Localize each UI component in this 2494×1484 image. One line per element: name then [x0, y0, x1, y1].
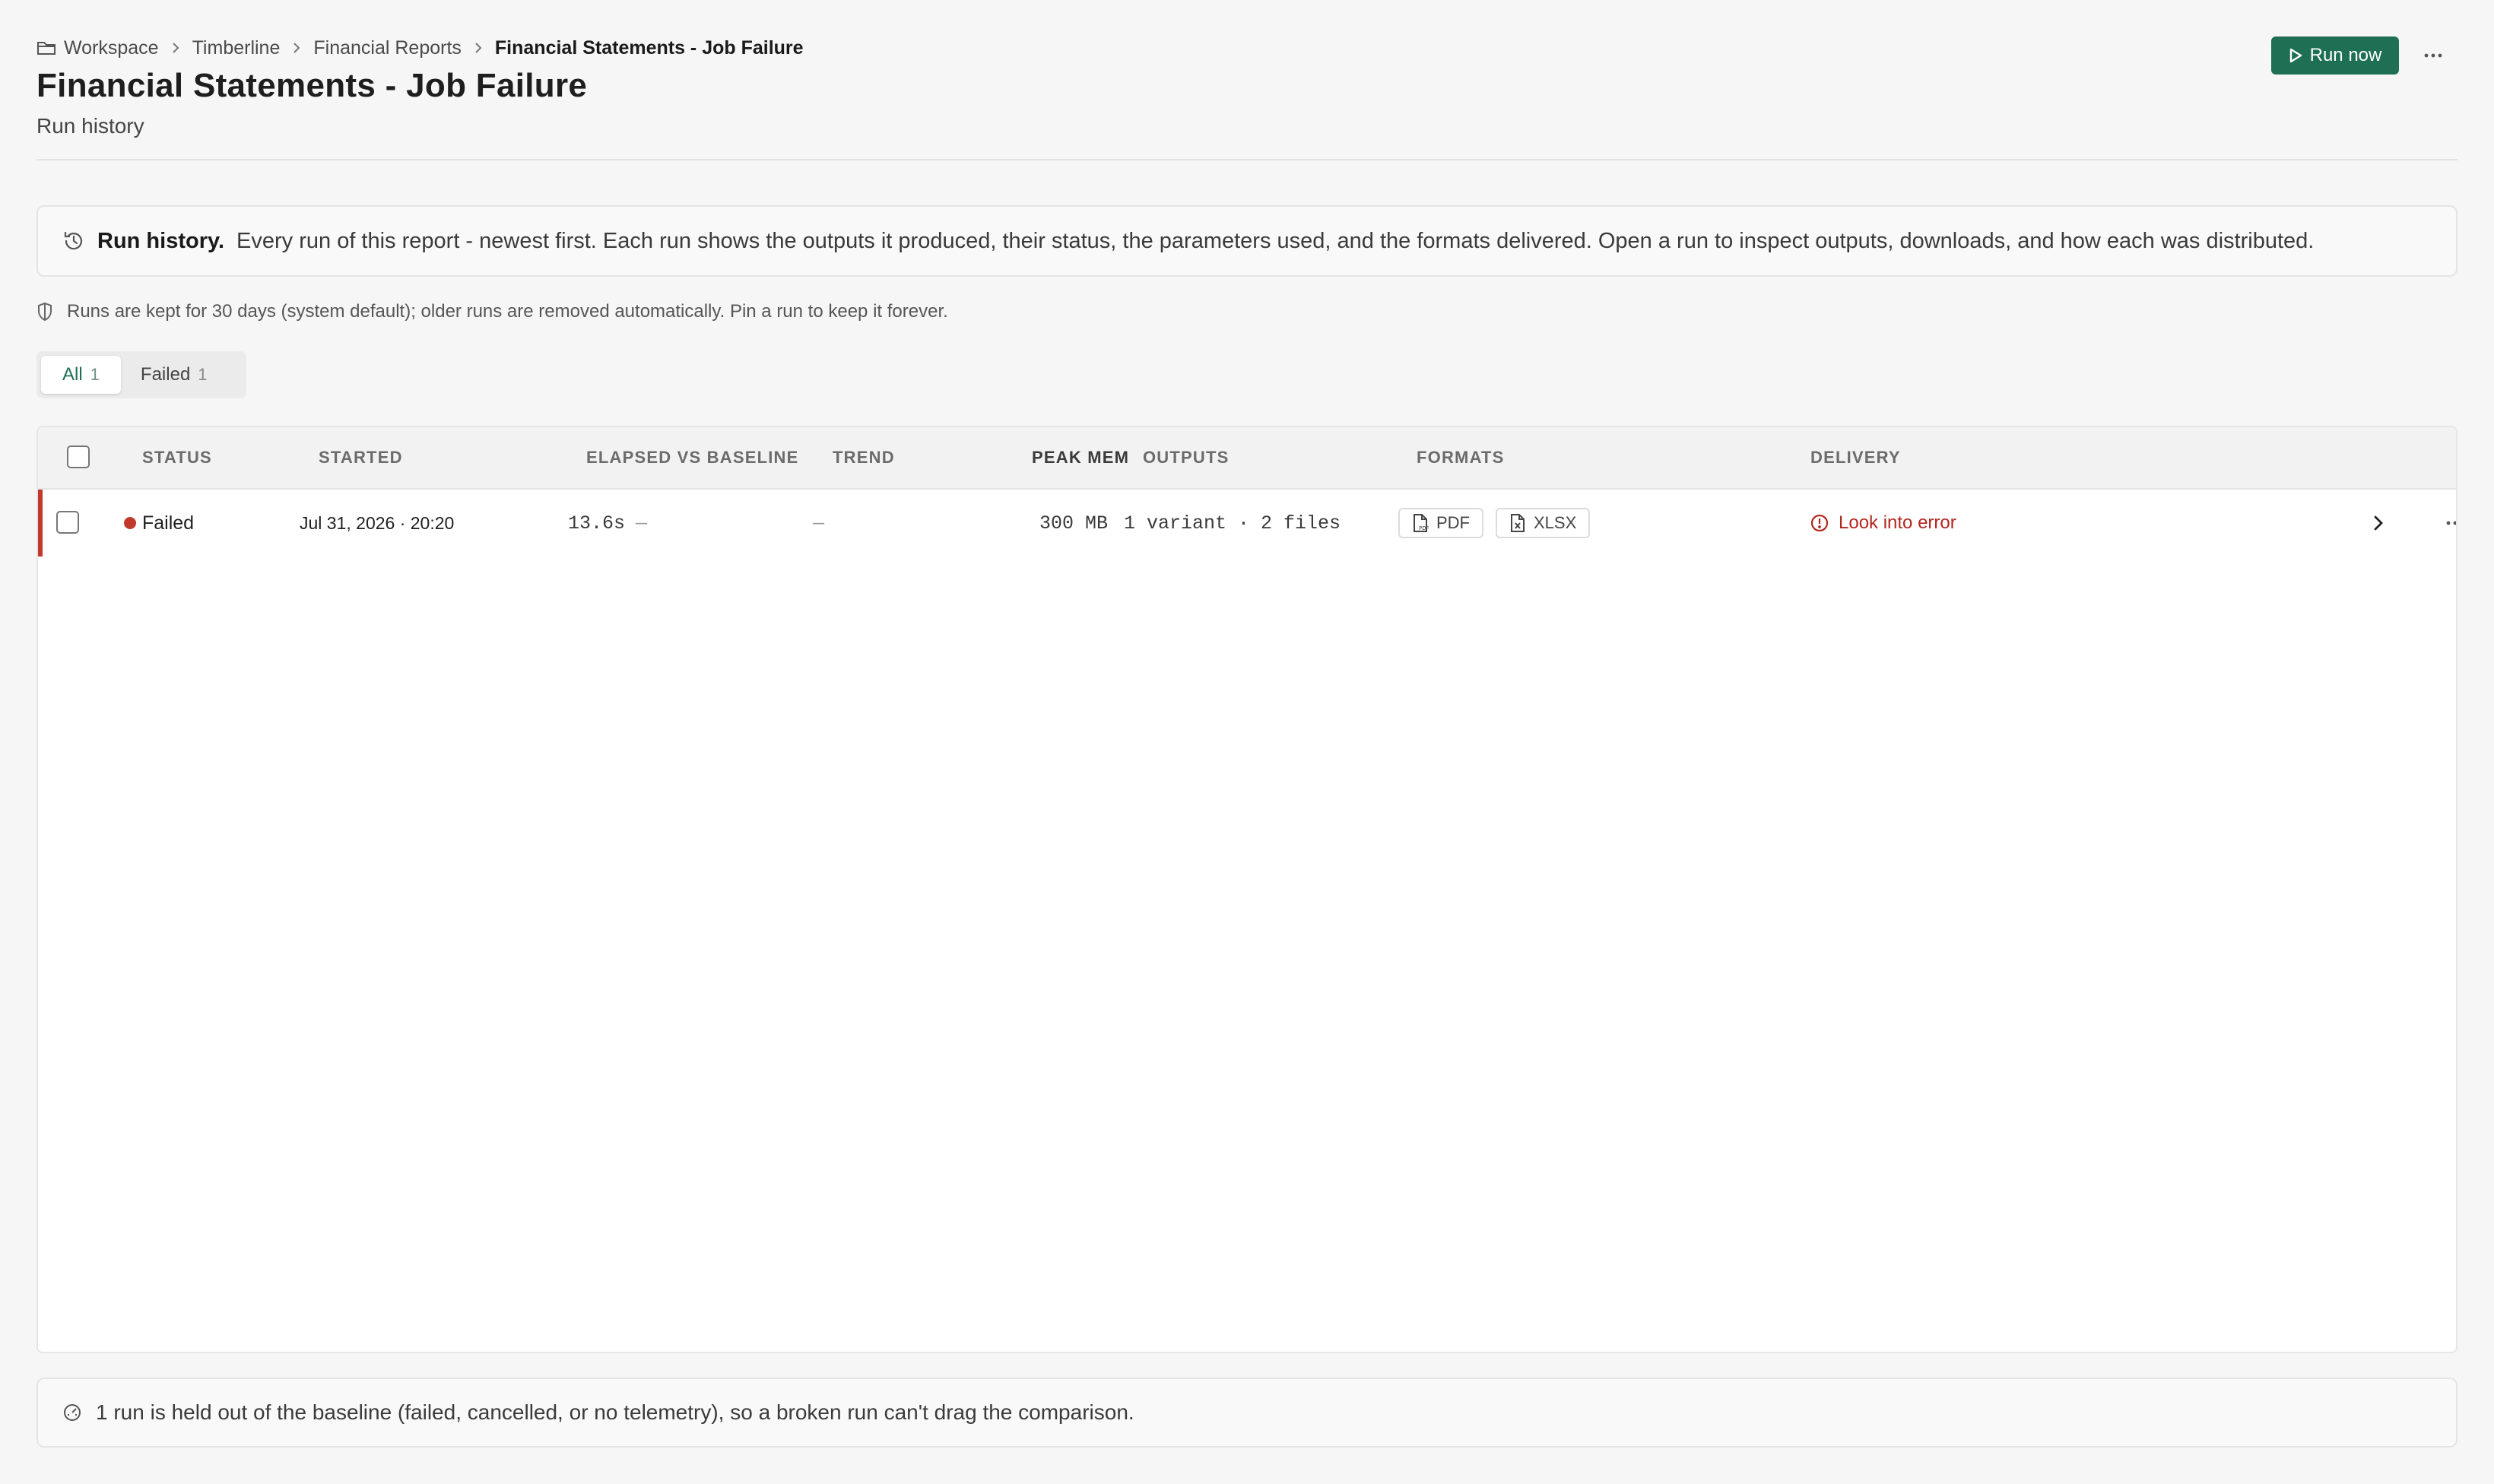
column-header-status[interactable]: STATUS — [142, 448, 212, 468]
breadcrumb-label: Financial Reports — [313, 36, 462, 59]
gauge-icon — [62, 1403, 82, 1422]
row-started: Jul 31, 2026 · 20:20 — [300, 512, 455, 533]
column-header-formats[interactable]: FORMATS — [1417, 448, 1505, 468]
filter-tab-label: All — [62, 364, 83, 385]
chevron-right-icon — [474, 41, 483, 55]
look-into-error-link[interactable]: Look into error — [1810, 512, 1956, 534]
format-chip-label: XLSX — [1534, 513, 1577, 532]
filter-tab-failed[interactable]: Failed 1 — [121, 356, 227, 394]
run-now-label: Run now — [2309, 45, 2382, 65]
breadcrumb-label: Timberline — [192, 36, 281, 59]
row-baseline-value: — — [636, 512, 648, 534]
more-horizontal-icon — [2423, 52, 2443, 59]
filter-tabs: All 1 Failed 1 — [36, 351, 246, 398]
column-header-trend[interactable]: TREND — [833, 448, 895, 468]
page-title: Financial Statements - Job Failure — [36, 67, 588, 104]
table-header: STATUS STARTED ELAPSED VS BASELINE TREND… — [38, 427, 2456, 490]
delivery-label: Look into error — [1839, 512, 1956, 533]
info-banner: Run history. Every run of this report - … — [36, 205, 2458, 277]
row-elapsed-value: 13.6s — [568, 512, 626, 534]
select-all-checkbox[interactable] — [67, 446, 90, 468]
row-formats: PDF PDF XLSX — [1398, 490, 1602, 556]
info-banner-text: Every run of this report - newest first.… — [236, 228, 2315, 253]
shield-icon — [36, 302, 53, 322]
breadcrumb-item-current: Financial Statements - Job Failure — [495, 37, 804, 59]
format-chip-label: PDF — [1436, 513, 1470, 532]
retention-note-text: Runs are kept for 30 days (system defaul… — [67, 301, 948, 322]
more-horizontal-icon — [2445, 520, 2456, 526]
filter-tab-label: Failed — [140, 364, 191, 385]
chevron-right-icon — [2372, 513, 2385, 533]
chevron-right-icon — [171, 41, 180, 55]
info-banner-title: Run history. — [97, 228, 225, 253]
alert-circle-icon — [1810, 513, 1829, 533]
history-icon — [62, 230, 85, 252]
more-actions-button[interactable] — [2418, 36, 2448, 75]
play-icon — [2289, 48, 2302, 63]
row-delivery: Look into error — [1810, 490, 1956, 556]
row-status: Failed — [124, 490, 194, 556]
row-status-label: Failed — [142, 512, 195, 534]
failed-row-indicator — [38, 490, 43, 556]
pdf-file-icon: PDF — [1412, 513, 1429, 533]
breadcrumb-item-timberline[interactable]: Timberline — [192, 37, 281, 59]
format-chip-pdf[interactable]: PDF PDF — [1398, 508, 1483, 538]
filter-tab-count: 1 — [198, 365, 208, 384]
run-now-button[interactable]: Run now — [2271, 36, 2399, 75]
open-run-button[interactable] — [2372, 490, 2385, 556]
column-header-elapsed[interactable]: ELAPSED VS BASELINE — [586, 448, 799, 468]
status-dot-icon — [124, 517, 136, 529]
filter-tab-count: 1 — [90, 365, 100, 384]
retention-note: Runs are kept for 30 days (system defaul… — [36, 298, 948, 325]
runs-table: STATUS STARTED ELAPSED VS BASELINE TREND… — [36, 426, 2458, 1353]
filter-tab-all[interactable]: All 1 — [41, 356, 121, 394]
row-outputs: 1 variant · 2 files — [1124, 512, 1341, 534]
format-chip-xlsx[interactable]: XLSX — [1496, 508, 1591, 538]
row-more-button[interactable] — [2445, 490, 2456, 556]
row-checkbox[interactable] — [56, 511, 79, 534]
column-header-delivery[interactable]: DELIVERY — [1810, 448, 1901, 468]
table-row[interactable]: Failed Jul 31, 2026 · 20:20 13.6s — — 30… — [38, 490, 2456, 556]
column-header-outputs[interactable]: OUTPUTS — [1143, 448, 1230, 468]
baseline-note: 1 run is held out of the baseline (faile… — [36, 1378, 2458, 1448]
row-elapsed: 13.6s — — [568, 490, 647, 556]
xlsx-file-icon — [1509, 513, 1526, 533]
baseline-note-text: 1 run is held out of the baseline (faile… — [96, 1400, 1134, 1424]
breadcrumb-item-workspace[interactable]: Workspace — [36, 37, 159, 59]
row-trend: — — [813, 512, 825, 534]
column-header-peak-mem[interactable]: PEAK MEM — [1032, 448, 1129, 468]
header-divider — [36, 159, 2458, 160]
breadcrumb-item-financial-reports[interactable]: Financial Reports — [313, 37, 462, 59]
breadcrumb-label: Financial Statements - Job Failure — [494, 36, 804, 59]
breadcrumb: Workspace Timberline Financial Reports F… — [36, 35, 804, 61]
breadcrumb-label: Workspace — [64, 36, 159, 59]
row-peak-mem: 300 MB — [1039, 512, 1109, 534]
column-header-started[interactable]: STARTED — [319, 448, 403, 468]
folder-icon — [36, 40, 56, 56]
chevron-right-icon — [292, 41, 301, 55]
svg-text:PDF: PDF — [1419, 525, 1429, 531]
page-subtitle: Run history — [36, 114, 144, 138]
